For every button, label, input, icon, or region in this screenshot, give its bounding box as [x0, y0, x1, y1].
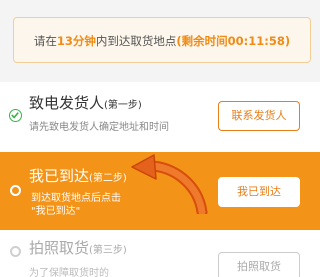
check-circle-icon [9, 109, 22, 122]
step1-desc: 请先致电发货人确定地址和时间 [29, 122, 169, 133]
step3-sub: (第三步) [89, 245, 127, 256]
step-photo-pickup: 拍照取货(第三步) 为了保障取货时的 拍照取货 [0, 230, 320, 277]
step3-desc: 为了保障取货时的 [29, 268, 109, 277]
timer-remaining: (剩余时间00:11:58) [176, 34, 291, 48]
step2-title-text: 我已到达 [29, 167, 90, 185]
step1-sub: (第一步) [104, 100, 142, 111]
arrived-button[interactable]: 我已到达 [218, 177, 300, 207]
step2-desc: 到达取货地点后点击 "我已到达" [31, 192, 121, 218]
timer-middle: 内到达取货地点 [95, 34, 177, 48]
step-call-shipper: 致电发货人(第一步) 请先致电发货人确定地址和时间 联系发货人 [0, 82, 320, 152]
contact-shipper-button[interactable]: 联系发货人 [218, 101, 300, 131]
steps-list: 致电发货人(第一步) 请先致电发货人确定地址和时间 联系发货人 我已到达(第二步… [0, 82, 320, 277]
photo-pickup-button[interactable]: 拍照取货 [218, 252, 300, 277]
step2-desc-line2: "我已到达" [31, 206, 81, 217]
step2-title: 我已到达(第二步) [29, 165, 127, 186]
step3-title: 拍照取货(第三步) [29, 237, 127, 258]
step2-desc-line1: 到达取货地点后点击 [31, 193, 121, 204]
step1-title: 致电发货人(第一步) [29, 92, 142, 113]
timer-prefix: 请在 [33, 34, 57, 48]
step3-title-text: 拍照取货 [29, 239, 90, 257]
timer-area: 请在13分钟内到达取货地点(剩余时间00:11:58) [0, 0, 320, 82]
timer-banner: 请在13分钟内到达取货地点(剩余时间00:11:58) [13, 17, 311, 63]
step1-title-text: 致电发货人 [29, 94, 105, 112]
step2-sub: (第二步) [89, 173, 127, 184]
step2-dot-icon [10, 185, 21, 196]
timer-minutes: 13分钟 [56, 34, 96, 48]
step-arrived: 我已到达(第二步) 到达取货地点后点击 "我已到达" 我已到达 [0, 152, 320, 230]
step3-dot-icon [10, 246, 21, 257]
curved-arrow-icon [131, 154, 208, 214]
